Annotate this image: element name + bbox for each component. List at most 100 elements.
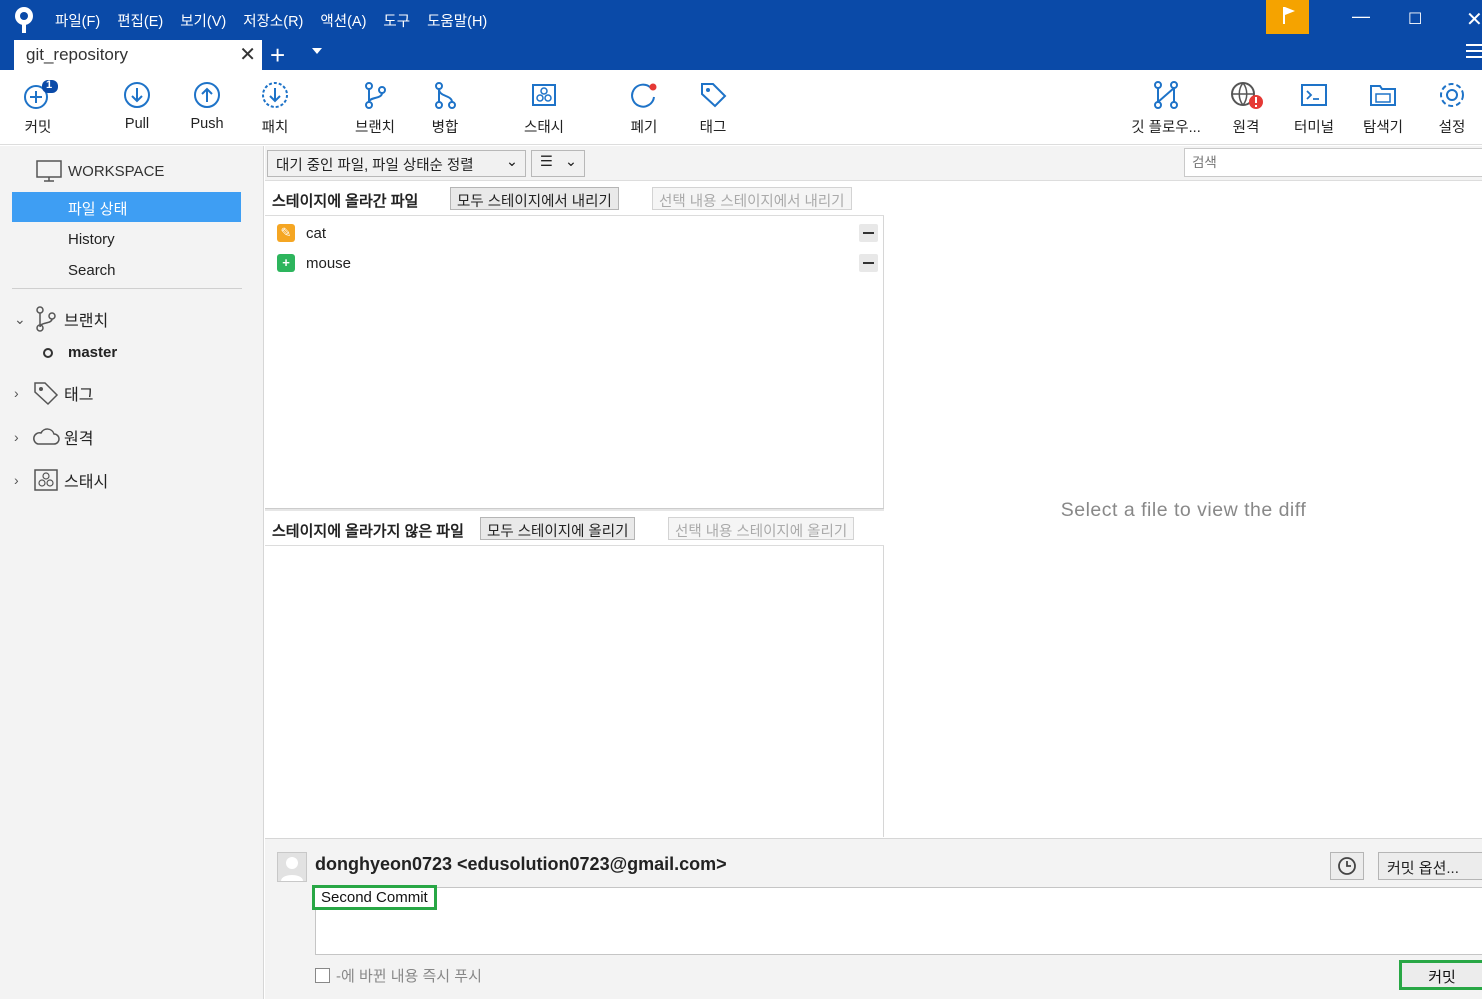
- staged-file-row[interactable]: ✎ cat: [265, 219, 884, 247]
- explorer-button[interactable]: 탐색기: [1360, 80, 1406, 137]
- new-tab-button[interactable]: +: [270, 40, 285, 70]
- sidebar-item-history[interactable]: History: [68, 231, 115, 248]
- unstaged-header: 스테이지에 올라가지 않은 파일 모두 스테이지에 올리기 선택 내용 스테이지…: [265, 511, 884, 546]
- menu-actions[interactable]: 액션(A): [320, 10, 366, 31]
- commit-label: 커밋: [24, 120, 52, 136]
- gear-icon: [1440, 83, 1464, 107]
- title-bar: 파일(F) 편집(E) 보기(V) 저장소(R) 액션(A) 도구 도움말(H)…: [0, 0, 1482, 70]
- branch-label: 브랜치: [354, 120, 396, 136]
- branch-item-master[interactable]: master: [42, 344, 117, 361]
- git-flow-button[interactable]: 깃 플로우...: [1126, 80, 1206, 137]
- commit-history-button[interactable]: [1330, 852, 1364, 880]
- modified-file-icon: ✎: [277, 224, 295, 242]
- commit-options-dropdown[interactable]: 커밋 옵션...: [1378, 852, 1482, 880]
- tag-label: 태그: [699, 120, 727, 136]
- branch-icon: [36, 306, 56, 332]
- diff-pane: Select a file to view the diff: [885, 181, 1482, 837]
- settings-label: 설정: [1438, 120, 1466, 136]
- sidebar-item-file-status[interactable]: 파일 상태: [12, 192, 241, 222]
- sidebar-group-stashes[interactable]: › 스태시: [14, 468, 108, 492]
- menu-tools[interactable]: 도구: [383, 10, 410, 31]
- git-flow-label: 깃 플로우...: [1131, 120, 1201, 136]
- commit-message-text: Second Commit: [312, 885, 437, 910]
- sidebar-item-search[interactable]: Search: [68, 262, 116, 279]
- sidebar-group-branches[interactable]: ⌄ 브랜치: [14, 306, 108, 332]
- sidebar-group-remotes[interactable]: › 원격: [14, 425, 93, 449]
- files-pane: 스테이지에 올라간 파일 모두 스테이지에서 내리기 선택 내용 스테이지에서 …: [265, 181, 884, 837]
- close-window-button[interactable]: ✕: [1466, 7, 1482, 32]
- push-checkbox[interactable]: [315, 968, 330, 983]
- pull-arrow-icon: [124, 82, 150, 108]
- view-mode-dropdown[interactable]: ☰ ⌄: [531, 150, 585, 177]
- terminal-icon: [1301, 84, 1327, 106]
- clock-icon: [1338, 857, 1356, 875]
- commit-options-label: 커밋 옵션...: [1387, 860, 1459, 877]
- patch-button[interactable]: 패치: [258, 80, 292, 137]
- branch-button[interactable]: 브랜치: [350, 80, 400, 137]
- sidebar-group-tags[interactable]: › 태그: [14, 380, 93, 406]
- menu-view[interactable]: 보기(V): [180, 10, 226, 31]
- flag-icon: [1283, 7, 1295, 24]
- unstage-file-button[interactable]: [859, 254, 878, 272]
- push-arrow-icon: [194, 82, 220, 108]
- menu-edit[interactable]: 편집(E): [117, 10, 163, 31]
- push-checkbox-label: -에 바뀐 내용 즉시 푸시: [336, 968, 482, 985]
- stage-all-button[interactable]: 모두 스테이지에 올리기: [480, 517, 636, 540]
- repo-tab-label: git_repository: [26, 45, 129, 64]
- merge-button[interactable]: 병합: [427, 80, 463, 137]
- unstage-all-button[interactable]: 모두 스테이지에서 내리기: [450, 187, 619, 210]
- sort-dropdown-label: 대기 중인 파일, 파일 상태순 정렬: [276, 158, 474, 174]
- notification-flag-button[interactable]: [1266, 0, 1309, 34]
- stage-selected-button[interactable]: 선택 내용 스테이지에 올리기: [668, 517, 855, 540]
- discard-button[interactable]: 폐기: [627, 80, 661, 137]
- tab-dropdown-icon[interactable]: [312, 48, 322, 54]
- patch-icon: [262, 82, 288, 108]
- tag-button[interactable]: 태그: [696, 80, 730, 137]
- tags-label: 태그: [64, 387, 94, 404]
- sidebar-divider: [12, 288, 242, 289]
- push-immediately-option[interactable]: -에 바뀐 내용 즉시 푸시: [315, 965, 482, 986]
- monitor-icon: [36, 160, 62, 182]
- commit-button[interactable]: 커밋: [1399, 960, 1482, 990]
- menu-file[interactable]: 파일(F): [55, 10, 100, 31]
- stash-button[interactable]: 스태시: [519, 80, 569, 137]
- minimize-button[interactable]: —: [1352, 6, 1370, 27]
- discard-icon: [631, 83, 657, 108]
- chevron-right-icon: ›: [14, 429, 19, 445]
- stash-icon: [532, 84, 556, 106]
- search-input[interactable]: [1184, 148, 1482, 177]
- commit-toolbar-button[interactable]: 1 커밋: [18, 79, 58, 137]
- workspace-label: WORKSPACE: [68, 162, 165, 180]
- terminal-label: 터미널: [1293, 120, 1335, 136]
- added-file-icon: +: [277, 254, 295, 272]
- menu-help[interactable]: 도움말(H): [427, 10, 487, 31]
- user-avatar-icon: [281, 857, 303, 881]
- unstage-selected-button[interactable]: 선택 내용 스테이지에서 내리기: [652, 187, 852, 210]
- repo-tab[interactable]: git_repository ✕: [14, 40, 262, 70]
- diff-empty-message: Select a file to view the diff: [1060, 499, 1307, 521]
- staged-file-row[interactable]: + mouse: [265, 249, 884, 277]
- maximize-button[interactable]: ☐: [1408, 9, 1422, 29]
- remote-label: 원격: [1232, 120, 1260, 136]
- tag-icon: [34, 382, 59, 406]
- unstage-file-button[interactable]: [859, 224, 878, 242]
- commit-message-field[interactable]: Second Commit: [312, 885, 1482, 955]
- chevron-down-icon: ⌄: [505, 154, 518, 170]
- push-button[interactable]: Push: [187, 80, 227, 132]
- hamburger-menu-icon[interactable]: [1466, 44, 1482, 62]
- close-tab-icon[interactable]: ✕: [239, 42, 256, 67]
- filter-bar: 대기 중인 파일, 파일 상태순 정렬 ⌄ ☰ ⌄: [265, 146, 1482, 181]
- remotes-label: 원격: [64, 431, 94, 448]
- commit-author: donghyeon0723 <edusolution0723@gmail.com…: [315, 854, 727, 874]
- folder-icon: [1370, 85, 1396, 106]
- merge-label: 병합: [431, 120, 459, 136]
- sort-dropdown[interactable]: 대기 중인 파일, 파일 상태순 정렬 ⌄: [267, 150, 526, 177]
- stash-label: 스태시: [523, 120, 565, 136]
- remote-button[interactable]: 원격: [1228, 80, 1264, 137]
- settings-button[interactable]: 설정: [1435, 80, 1469, 137]
- menu-repository[interactable]: 저장소(R): [243, 10, 303, 31]
- git-flow-icon: [1154, 81, 1178, 109]
- commit-area: donghyeon0723 <edusolution0723@gmail.com…: [265, 838, 1482, 999]
- pull-button[interactable]: Pull: [118, 80, 156, 132]
- terminal-button[interactable]: 터미널: [1291, 80, 1337, 137]
